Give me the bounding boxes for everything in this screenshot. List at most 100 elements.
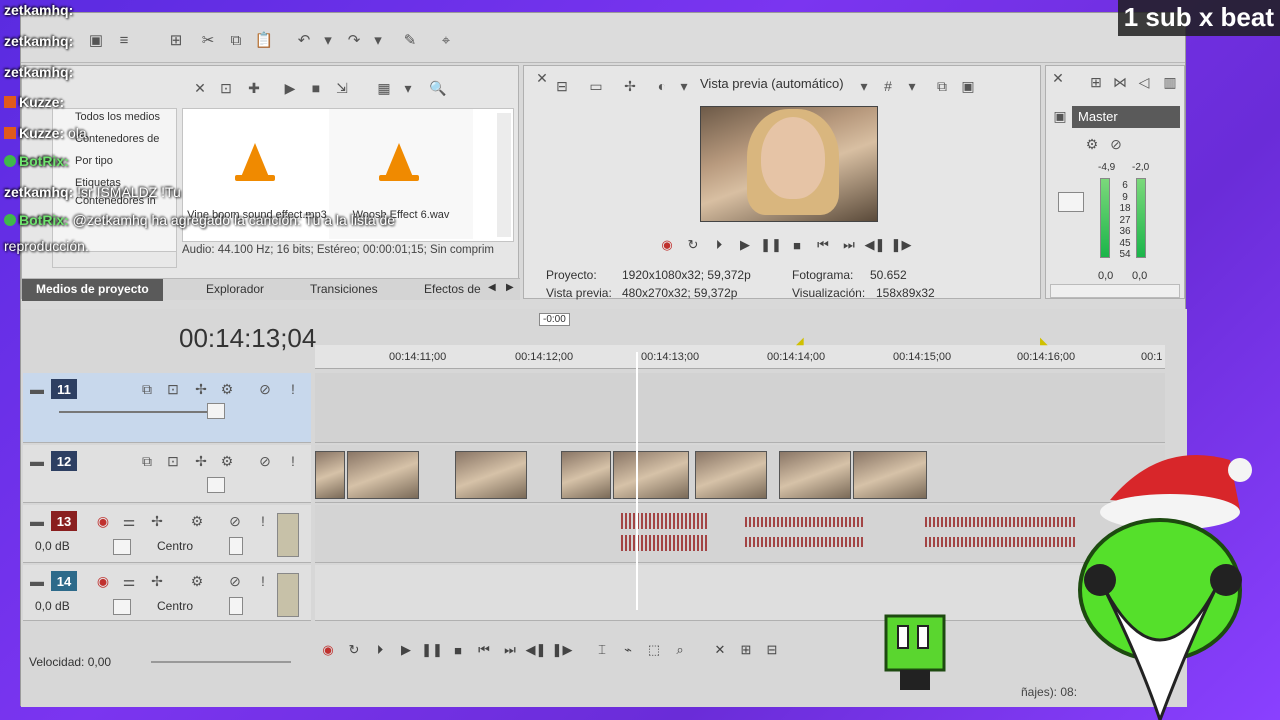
loop-start-marker[interactable]: ◢: [796, 336, 804, 347]
solo-icon[interactable]: !: [253, 511, 273, 531]
undo-icon[interactable]: ↶: [293, 29, 315, 51]
track-body-13[interactable]: [315, 505, 1165, 563]
track-body-14[interactable]: [315, 565, 1165, 621]
track-fx-icon[interactable]: ⊡: [163, 379, 183, 399]
properties-icon[interactable]: ⊞: [165, 29, 187, 51]
loop-icon[interactable]: ↻: [343, 639, 365, 661]
gear-icon[interactable]: ⚙: [187, 571, 207, 591]
copy-snapshot-icon[interactable]: ⧉: [932, 76, 952, 96]
volume-slider[interactable]: [113, 539, 131, 555]
track-header-14[interactable]: 14 ▬ ◉ ⚌ ✢ ⚙ ⊘ ! 0,0 dB Centro: [23, 565, 311, 621]
speed-slider[interactable]: [151, 661, 291, 663]
tree-item-smart-bins[interactable]: Contenedores de: [75, 133, 159, 145]
loop-icon[interactable]: ↻: [682, 234, 704, 256]
play-icon[interactable]: ▶: [395, 639, 417, 661]
track-header-11[interactable]: 11 ▬ ⧉ ⊡ ✢ ⚙ ⊘ !: [23, 373, 311, 443]
copy-icon[interactable]: ⧉: [225, 29, 247, 51]
go-to-start-icon[interactable]: ⏮: [812, 234, 834, 256]
dim-icon[interactable]: ◁: [1134, 72, 1154, 92]
play-icon[interactable]: ▶: [734, 234, 756, 256]
track-body-11[interactable]: [315, 373, 1165, 443]
envelope-icon[interactable]: ✢: [147, 571, 167, 591]
gear-icon[interactable]: ⚙: [187, 511, 207, 531]
overlays-icon[interactable]: #: [878, 76, 898, 96]
arm-record-icon[interactable]: ◉: [93, 511, 113, 531]
tab-transitions[interactable]: Transiciones: [310, 282, 378, 296]
opacity-slider[interactable]: [207, 403, 225, 419]
collapse-track-icon[interactable]: ▬: [27, 511, 47, 531]
quality-dropdown-arrow-icon[interactable]: ▾: [854, 76, 874, 96]
time-ruler[interactable]: 00:14:11;00 00:14:12;00 00:14:13;00 00:1…: [315, 345, 1165, 369]
normal-edit-tool-icon[interactable]: ⌶: [591, 639, 613, 661]
view-icon[interactable]: ▦: [374, 78, 394, 98]
zoom-tool-icon[interactable]: ⌕: [669, 639, 691, 661]
video-clip[interactable]: [853, 451, 927, 499]
render-audio-icon[interactable]: ✎: [399, 29, 421, 51]
play-icon[interactable]: ▶: [280, 78, 300, 98]
redo-dropdown-icon[interactable]: ▾: [367, 29, 389, 51]
solo-icon[interactable]: !: [283, 451, 303, 471]
track-fx-icon[interactable]: ⊡: [163, 451, 183, 471]
video-clip[interactable]: [695, 451, 767, 499]
playhead[interactable]: [636, 352, 638, 610]
video-clip[interactable]: [455, 451, 527, 499]
collapse-track-icon[interactable]: ▬: [27, 571, 47, 591]
volume-slider[interactable]: [113, 599, 131, 615]
view-dropdown-icon[interactable]: ▾: [398, 78, 418, 98]
split-screen-icon[interactable]: ◐: [652, 76, 672, 96]
pan-slider[interactable]: [229, 597, 243, 615]
save-snapshot-icon[interactable]: ▣: [958, 76, 978, 96]
master-mute-icon[interactable]: ⊘: [1106, 134, 1126, 154]
video-clip[interactable]: [613, 451, 689, 499]
play-from-start-icon[interactable]: ⏵: [369, 639, 391, 661]
tab-project-media[interactable]: Medios de proyecto: [22, 279, 163, 301]
stop-icon[interactable]: ■: [786, 234, 808, 256]
next-frame-icon[interactable]: ❚▶: [551, 639, 573, 661]
automation-icon[interactable]: ⚌: [119, 571, 139, 591]
loop-end-marker[interactable]: ◣: [1040, 336, 1048, 347]
envelope-tool-icon[interactable]: ⌁: [617, 639, 639, 661]
trim-icon[interactable]: ⊞: [735, 639, 757, 661]
overlays-dropdown-icon[interactable]: ▾: [902, 76, 922, 96]
pause-icon[interactable]: ❚❚: [760, 234, 782, 256]
mute-icon[interactable]: ⊘: [225, 571, 245, 591]
automation-icon[interactable]: ⚌: [119, 511, 139, 531]
next-frame-icon[interactable]: ❚▶: [890, 234, 912, 256]
video-clip[interactable]: [315, 451, 345, 499]
preview-properties-icon[interactable]: ⊟: [552, 76, 572, 96]
record-icon[interactable]: ◉: [656, 234, 678, 256]
media-list-scrollbar[interactable]: [497, 113, 511, 237]
video-clip[interactable]: [347, 451, 419, 499]
pause-icon[interactable]: ❚❚: [421, 639, 443, 661]
go-to-end-icon[interactable]: ⏭: [499, 639, 521, 661]
fx-icon[interactable]: ✢: [620, 76, 640, 96]
arm-record-icon[interactable]: ◉: [93, 571, 113, 591]
undo-dropdown-icon[interactable]: ▾: [317, 29, 339, 51]
search-icon[interactable]: 🔍: [428, 78, 448, 98]
solo-icon[interactable]: !: [283, 379, 303, 399]
go-to-end-icon[interactable]: ⏭: [838, 234, 860, 256]
envelope-icon[interactable]: ✢: [147, 511, 167, 531]
close-panel-icon[interactable]: ✕: [1048, 68, 1068, 88]
opacity-slider[interactable]: [207, 477, 225, 493]
render-icon[interactable]: ≡: [113, 29, 135, 51]
remove-icon[interactable]: ✕: [190, 78, 210, 98]
add-icon[interactable]: ✚: [244, 78, 264, 98]
pan-slider[interactable]: [229, 537, 243, 555]
stop-icon[interactable]: ■: [447, 639, 469, 661]
master-hscroll[interactable]: [1050, 284, 1180, 298]
mixer-icon[interactable]: ⊞: [1086, 72, 1106, 92]
mute-icon[interactable]: ⊘: [255, 379, 275, 399]
split-icon[interactable]: ⊟: [761, 639, 783, 661]
track-header-13[interactable]: 13 ▬ ◉ ⚌ ✢ ⚙ ⊘ ! 0,0 dB Centro: [23, 505, 311, 563]
solo-icon[interactable]: !: [253, 571, 273, 591]
redo-icon[interactable]: ↷: [343, 29, 365, 51]
collapse-track-icon[interactable]: ▬: [27, 379, 47, 399]
downmix-icon[interactable]: ⋈: [1110, 72, 1130, 92]
master-fader[interactable]: [1058, 192, 1084, 212]
quality-dropdown-icon[interactable]: ▾: [674, 76, 694, 96]
import-icon[interactable]: ⊡: [216, 78, 236, 98]
master-fx-icon[interactable]: ⚙: [1082, 134, 1102, 154]
prev-frame-icon[interactable]: ◀❚: [525, 639, 547, 661]
paste-icon[interactable]: 📋: [253, 29, 275, 51]
